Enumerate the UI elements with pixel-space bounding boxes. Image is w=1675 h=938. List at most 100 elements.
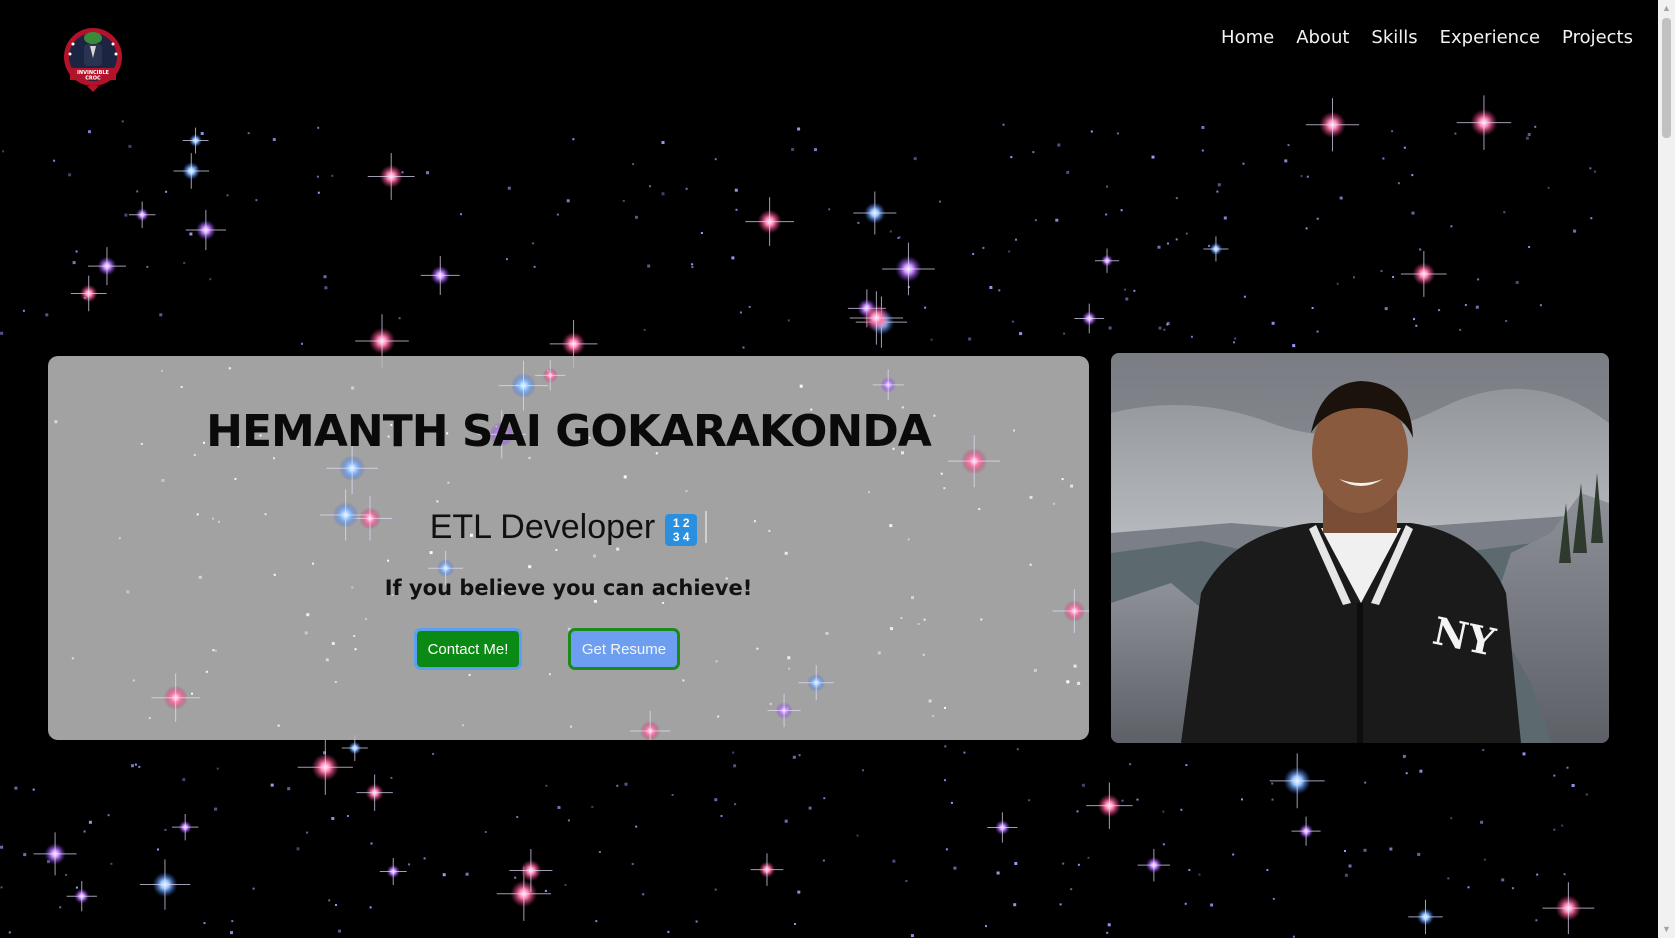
scrollbar-thumb[interactable] xyxy=(1662,18,1671,138)
star xyxy=(1210,903,1214,907)
star xyxy=(1266,869,1269,871)
star xyxy=(1306,175,1309,178)
sparkle-star xyxy=(849,291,904,345)
star xyxy=(1571,784,1575,787)
star xyxy=(856,834,859,837)
star xyxy=(0,331,4,335)
numbers-emoji-icon: 1 23 4 xyxy=(665,514,698,546)
star xyxy=(212,649,215,652)
star xyxy=(1477,278,1480,281)
star xyxy=(734,803,737,806)
star xyxy=(346,815,349,817)
get-resume-button[interactable]: Get Resume xyxy=(568,628,680,670)
star xyxy=(932,714,935,717)
star xyxy=(1185,764,1188,767)
scroll-up-icon[interactable]: ▲ xyxy=(1658,0,1675,17)
star xyxy=(71,657,74,660)
star xyxy=(1384,307,1388,311)
star xyxy=(1151,155,1155,159)
star xyxy=(1271,321,1275,325)
star xyxy=(1450,817,1453,820)
star xyxy=(1464,304,1467,306)
star xyxy=(1566,766,1569,769)
star xyxy=(370,842,373,845)
nav-about-link[interactable]: About xyxy=(1296,24,1349,52)
star xyxy=(930,338,933,341)
crocodile-mascot-logo[interactable]: INVINCIBLE CROC xyxy=(62,24,124,94)
star xyxy=(798,754,801,757)
star xyxy=(742,346,745,349)
star xyxy=(892,859,896,863)
sparkle-star xyxy=(872,369,904,401)
sparkle-star xyxy=(1086,782,1133,829)
star xyxy=(0,845,4,849)
scroll-down-icon[interactable]: ▼ xyxy=(1658,921,1675,938)
star xyxy=(1175,238,1178,241)
star xyxy=(287,787,291,791)
hero-name: HEMANTH SAI GOKARAKONDA xyxy=(206,406,932,457)
star xyxy=(593,599,597,603)
star xyxy=(398,317,401,320)
star xyxy=(1590,217,1593,220)
star xyxy=(447,481,450,484)
sparkle-star xyxy=(367,152,415,200)
star xyxy=(910,934,914,938)
star xyxy=(1077,863,1080,866)
star xyxy=(1563,873,1566,876)
star xyxy=(1467,886,1470,889)
star xyxy=(507,186,511,190)
star xyxy=(88,130,91,134)
star xyxy=(917,623,920,625)
star xyxy=(124,213,128,217)
nav-experience-link[interactable]: Experience xyxy=(1440,24,1540,52)
star xyxy=(306,831,309,834)
star xyxy=(828,208,831,211)
star xyxy=(164,828,167,831)
star xyxy=(252,887,255,890)
star xyxy=(277,724,280,727)
star xyxy=(1190,335,1193,338)
star xyxy=(1438,309,1441,312)
star xyxy=(1585,793,1588,796)
star xyxy=(691,266,694,269)
star xyxy=(325,658,329,662)
sparkle-star xyxy=(66,881,97,912)
star xyxy=(331,174,334,177)
star xyxy=(1553,828,1556,831)
sparkle-star xyxy=(182,127,209,154)
star xyxy=(1133,289,1136,292)
star xyxy=(685,187,688,190)
vertical-scrollbar[interactable]: ▲ ▼ xyxy=(1658,0,1675,938)
star xyxy=(1413,318,1415,321)
star xyxy=(643,328,646,331)
star xyxy=(1070,888,1073,891)
contact-me-button[interactable]: Contact Me! xyxy=(414,628,522,670)
star xyxy=(364,618,367,621)
star xyxy=(1353,276,1355,279)
star xyxy=(544,889,547,892)
nav-skills-link[interactable]: Skills xyxy=(1371,24,1417,52)
star xyxy=(731,256,735,260)
star xyxy=(1242,162,1245,165)
star xyxy=(1002,123,1005,126)
star xyxy=(1033,668,1037,672)
star xyxy=(1175,197,1178,200)
hero-role: ETL Developer 1 23 4 xyxy=(48,508,1089,547)
star xyxy=(814,148,817,152)
nav-projects-link[interactable]: Projects xyxy=(1562,24,1633,52)
star xyxy=(14,786,18,790)
star xyxy=(484,831,487,833)
star xyxy=(1454,132,1457,135)
star xyxy=(1201,126,1205,129)
star xyxy=(45,313,49,317)
star xyxy=(272,138,276,141)
star xyxy=(191,692,193,695)
star xyxy=(913,157,917,161)
nav-home-link[interactable]: Home xyxy=(1221,24,1274,52)
sparkle-star xyxy=(1094,248,1120,273)
star xyxy=(748,305,751,308)
star xyxy=(1243,295,1246,298)
star xyxy=(545,784,548,787)
star xyxy=(1106,185,1109,188)
star xyxy=(732,751,735,754)
